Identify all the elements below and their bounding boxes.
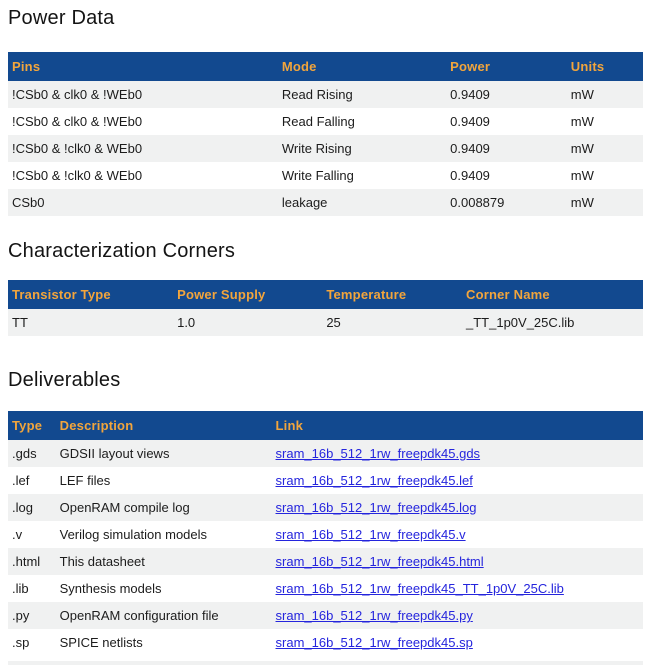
table-row: !CSb0 & !clk0 & WEb0Write Falling0.9409m… bbox=[8, 162, 643, 189]
table-row: .htmlThis datasheet sram_16b_512_1rw_free… bbox=[8, 548, 643, 575]
deliverable-link[interactable]: sram_16b_512_1rw_freepdk45.sp bbox=[276, 635, 473, 650]
cell-corner-name: _TT_1p0V_25C.lib bbox=[462, 309, 643, 336]
cell-power: 0.9409 bbox=[446, 108, 567, 135]
cell-units: mW bbox=[567, 189, 643, 216]
table-row: !CSb0 & clk0 & !WEb0Read Rising0.9409mW bbox=[8, 81, 643, 108]
column-header-power-supply: Power Supply bbox=[173, 280, 322, 309]
cell-description: GDSII layout views bbox=[56, 440, 272, 467]
cell-link: sram_16b_512_1rw_freepdk45.v bbox=[272, 521, 643, 548]
table-row: TT1.025_TT_1p0V_25C.lib bbox=[8, 309, 643, 336]
cell-power: 0.9409 bbox=[446, 81, 567, 108]
cell-description: Verilog simulation models bbox=[56, 521, 272, 548]
cell-type: .v bbox=[8, 521, 56, 548]
column-header-mode: Mode bbox=[278, 52, 446, 81]
cell-units: mW bbox=[567, 108, 643, 135]
deliverable-link[interactable]: sram_16b_512_1rw_freepdk45.py bbox=[276, 608, 473, 623]
column-header-transistor-type: Transistor Type bbox=[8, 280, 173, 309]
cell-pins: !CSb0 & !clk0 & WEb0 bbox=[8, 162, 278, 189]
power-data-table: PinsModePowerUnits!CSb0 & clk0 & !WEb0Re… bbox=[8, 52, 643, 216]
deliverables-title: Deliverables bbox=[8, 370, 643, 391]
table-row: !CSb0 & !clk0 & WEb0Write Rising0.9409mW bbox=[8, 135, 643, 162]
power-data-section: Power Data PinsModePowerUnits!CSb0 & clk… bbox=[8, 8, 643, 216]
cell-type: .sp bbox=[8, 629, 56, 656]
cell-description: Synthesis models bbox=[56, 575, 272, 602]
column-header-power: Power bbox=[446, 52, 567, 81]
cell-link: sram_16b_512_1rw_freepdk45_TT_1p0V_25C.l… bbox=[272, 575, 643, 602]
cell-power: 0.008879 bbox=[446, 189, 567, 216]
deliverable-link[interactable]: sram_16b_512_1rw_freepdk45_TT_1p0V_25C.l… bbox=[276, 581, 564, 596]
cell-link: sram_16b_512_1rw_freepdk45.py bbox=[272, 602, 643, 629]
cell-power: 0.9409 bbox=[446, 162, 567, 189]
deliverables-table: TypeDescriptionLink.gdsGDSII layout view… bbox=[8, 411, 643, 656]
cell-description: OpenRAM compile log bbox=[56, 494, 272, 521]
characterization-corners-table: Transistor TypePower SupplyTemperatureCo… bbox=[8, 280, 643, 336]
cell-description: This datasheet bbox=[56, 548, 272, 575]
cell-power: 0.9409 bbox=[446, 135, 567, 162]
column-header-type: Type bbox=[8, 411, 56, 440]
deliverables-section: Deliverables TypeDescriptionLink.gdsGDSI… bbox=[8, 370, 643, 665]
column-header-pins: Pins bbox=[8, 52, 278, 81]
cell-description: LEF files bbox=[56, 467, 272, 494]
cell-type: .py bbox=[8, 602, 56, 629]
cell-mode: leakage bbox=[278, 189, 446, 216]
header-row: PinsModePowerUnits bbox=[8, 52, 643, 81]
table-row: .lefLEF files sram_16b_512_1rw_freepdk45.… bbox=[8, 467, 643, 494]
cell-link: sram_16b_512_1rw_freepdk45.html bbox=[272, 548, 643, 575]
deliverable-link[interactable]: sram_16b_512_1rw_freepdk45.log bbox=[276, 500, 477, 515]
cell-link: sram_16b_512_1rw_freepdk45.log bbox=[272, 494, 643, 521]
cell-temperature: 25 bbox=[322, 309, 462, 336]
header-row: Transistor TypePower SupplyTemperatureCo… bbox=[8, 280, 643, 309]
table-row: .gdsGDSII layout views sram_16b_512_1rw_f… bbox=[8, 440, 643, 467]
table-row: .pyOpenRAM configuration file sram_16b_51… bbox=[8, 602, 643, 629]
cell-units: mW bbox=[567, 135, 643, 162]
power-data-title: Power Data bbox=[8, 8, 643, 29]
cell-description: OpenRAM configuration file bbox=[56, 602, 272, 629]
cell-mode: Read Rising bbox=[278, 81, 446, 108]
table-row: .libSynthesis models sram_16b_512_1rw_fre… bbox=[8, 575, 643, 602]
column-header-corner-name: Corner Name bbox=[462, 280, 643, 309]
cell-type: .html bbox=[8, 548, 56, 575]
table-row: .logOpenRAM compile log sram_16b_512_1rw_… bbox=[8, 494, 643, 521]
cell-link: sram_16b_512_1rw_freepdk45.lef bbox=[272, 467, 643, 494]
cell-type: .lef bbox=[8, 467, 56, 494]
column-header-temperature: Temperature bbox=[322, 280, 462, 309]
cropped-row-stripe bbox=[8, 661, 643, 665]
cell-pins: !CSb0 & !clk0 & WEb0 bbox=[8, 135, 278, 162]
column-header-description: Description bbox=[56, 411, 272, 440]
cell-transistor-type: TT bbox=[8, 309, 173, 336]
cell-pins: !CSb0 & clk0 & !WEb0 bbox=[8, 108, 278, 135]
deliverable-link[interactable]: sram_16b_512_1rw_freepdk45.v bbox=[276, 527, 466, 542]
cell-type: .lib bbox=[8, 575, 56, 602]
table-row: !CSb0 & clk0 & !WEb0Read Falling0.9409mW bbox=[8, 108, 643, 135]
table-row: .spSPICE netlists sram_16b_512_1rw_freepd… bbox=[8, 629, 643, 656]
table-row: .vVerilog simulation models sram_16b_512_… bbox=[8, 521, 643, 548]
column-header-units: Units bbox=[567, 52, 643, 81]
cell-type: .log bbox=[8, 494, 56, 521]
header-row: TypeDescriptionLink bbox=[8, 411, 643, 440]
deliverable-link[interactable]: sram_16b_512_1rw_freepdk45.lef bbox=[276, 473, 473, 488]
characterization-corners-title: Characterization Corners bbox=[8, 241, 643, 262]
cell-pins: CSb0 bbox=[8, 189, 278, 216]
cell-units: mW bbox=[567, 81, 643, 108]
column-header-link: Link bbox=[272, 411, 643, 440]
cell-type: .gds bbox=[8, 440, 56, 467]
cell-units: mW bbox=[567, 162, 643, 189]
cell-mode: Write Falling bbox=[278, 162, 446, 189]
deliverable-link[interactable]: sram_16b_512_1rw_freepdk45.html bbox=[276, 554, 484, 569]
cell-mode: Write Rising bbox=[278, 135, 446, 162]
deliverable-link[interactable]: sram_16b_512_1rw_freepdk45.gds bbox=[276, 446, 481, 461]
cell-power-supply: 1.0 bbox=[173, 309, 322, 336]
cell-link: sram_16b_512_1rw_freepdk45.sp bbox=[272, 629, 643, 656]
table-row: CSb0leakage0.008879mW bbox=[8, 189, 643, 216]
cell-link: sram_16b_512_1rw_freepdk45.gds bbox=[272, 440, 643, 467]
cell-pins: !CSb0 & clk0 & !WEb0 bbox=[8, 81, 278, 108]
cell-mode: Read Falling bbox=[278, 108, 446, 135]
cell-description: SPICE netlists bbox=[56, 629, 272, 656]
characterization-corners-section: Characterization Corners Transistor Type… bbox=[8, 241, 643, 336]
